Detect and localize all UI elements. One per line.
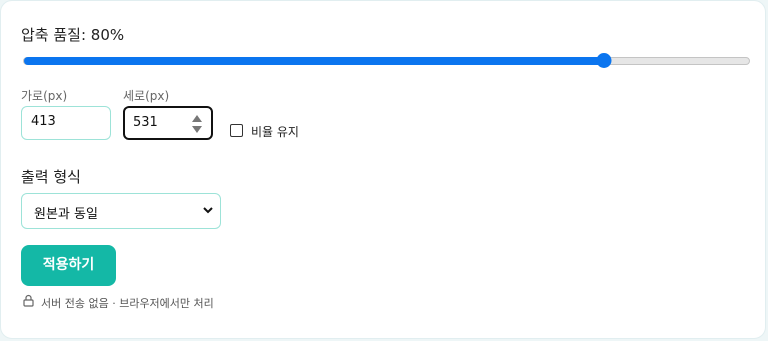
keep-ratio-checkbox[interactable] xyxy=(230,124,243,137)
spinner-down-icon[interactable] xyxy=(192,126,202,133)
slider-fill xyxy=(24,57,604,65)
quality-label: 압축 품질: 80% xyxy=(21,26,125,44)
spinner-up-icon[interactable] xyxy=(192,115,202,122)
quality-slider[interactable] xyxy=(23,53,750,68)
slider-thumb[interactable] xyxy=(596,53,612,68)
height-label: 세로(px) xyxy=(123,89,170,103)
format-select[interactable]: 원본과 동일 xyxy=(21,193,221,229)
format-select-value: 원본과 동일 xyxy=(34,207,98,222)
apply-button[interactable]: 적용하기 xyxy=(21,245,116,286)
width-label: 가로(px) xyxy=(21,89,68,103)
lock-icon xyxy=(23,294,34,307)
format-label: 출력 형식 xyxy=(21,168,81,186)
settings-panel: 압축 품질: 80% 가로(px) 세로(px) 413 531 비율 유지 출… xyxy=(0,0,766,339)
width-input[interactable]: 413 xyxy=(21,106,111,140)
number-spinner-icon[interactable] xyxy=(192,114,202,134)
keep-ratio-label[interactable]: 비율 유지 xyxy=(251,123,299,140)
height-input-value: 531 xyxy=(133,115,158,130)
height-input[interactable]: 531 xyxy=(123,106,213,140)
privacy-note: 서버 전송 없음 · 브라우저에서만 처리 xyxy=(41,297,214,310)
chevron-down-icon xyxy=(203,207,213,214)
width-input-value: 413 xyxy=(31,114,56,129)
